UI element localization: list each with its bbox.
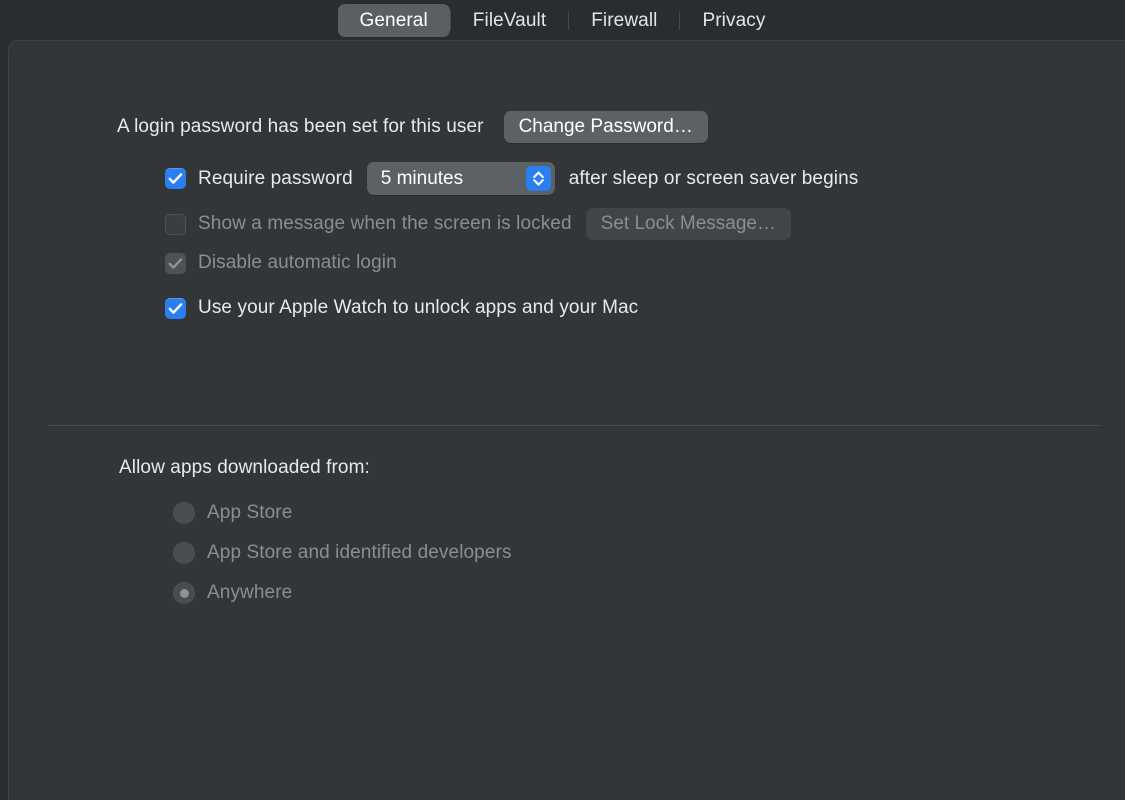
tab-general-label: General: [359, 9, 428, 31]
tab-bar: General FileVault Firewall Privacy: [0, 0, 1125, 41]
change-password-button[interactable]: Change Password…: [503, 111, 708, 143]
require-password-checkbox[interactable]: [165, 168, 186, 189]
radio-identified-developers-label: App Store and identified developers: [207, 542, 512, 563]
section-divider: [49, 425, 1101, 426]
tab-filevault[interactable]: FileVault: [451, 4, 568, 37]
show-lock-message-row: Show a message when the screen is locked…: [165, 208, 791, 240]
radio-app-store-and-identified-developers[interactable]: [173, 542, 195, 564]
login-password-row: A login password has been set for this u…: [117, 111, 708, 143]
disable-auto-login-row: Disable automatic login: [165, 252, 397, 274]
show-lock-message-label: Show a message when the screen is locked: [198, 213, 572, 234]
allow-apps-option-app-store[interactable]: App Store: [173, 502, 292, 524]
general-pane: A login password has been set for this u…: [8, 40, 1125, 800]
require-password-label: Require password: [198, 167, 353, 189]
disable-auto-login-label: Disable automatic login: [198, 252, 397, 273]
require-password-delay-select[interactable]: 5 minutes: [366, 162, 555, 195]
radio-anywhere-selected-dot: [179, 588, 189, 598]
allow-apps-heading-row: Allow apps downloaded from:: [119, 457, 370, 479]
apple-watch-label: Use your Apple Watch to unlock apps and …: [198, 297, 639, 318]
tab-firewall[interactable]: Firewall: [569, 4, 679, 37]
radio-app-store-label: App Store: [207, 502, 293, 523]
set-lock-message-button[interactable]: Set Lock Message…: [585, 208, 791, 240]
require-password-suffix-label: after sleep or screen saver begins: [568, 167, 859, 189]
apple-watch-row: Use your Apple Watch to unlock apps and …: [165, 297, 638, 319]
radio-anywhere-label: Anywhere: [207, 582, 293, 603]
require-password-delay-value: 5 minutes: [380, 167, 464, 189]
tab-general[interactable]: General: [337, 4, 450, 37]
chevron-up-down-icon[interactable]: [525, 166, 551, 191]
show-lock-message-checkbox[interactable]: [165, 213, 186, 235]
radio-app-store[interactable]: [173, 502, 195, 524]
login-password-status: A login password has been set for this u…: [117, 116, 484, 137]
tab-privacy-label: Privacy: [702, 9, 766, 31]
disable-auto-login-checkbox[interactable]: [165, 252, 186, 274]
allow-apps-option-identified-developers[interactable]: App Store and identified developers: [173, 542, 512, 564]
apple-watch-checkbox[interactable]: [165, 297, 186, 319]
allow-apps-option-anywhere[interactable]: Anywhere: [173, 582, 292, 604]
tab-firewall-label: Firewall: [591, 9, 658, 31]
radio-anywhere[interactable]: [173, 582, 195, 604]
require-password-row: Require password 5 minutes after sleep o…: [165, 162, 858, 195]
tab-group: General FileVault Firewall Privacy: [337, 4, 788, 37]
tab-filevault-label: FileVault: [472, 9, 547, 31]
allow-apps-heading: Allow apps downloaded from:: [119, 457, 370, 478]
tab-privacy[interactable]: Privacy: [680, 4, 787, 37]
